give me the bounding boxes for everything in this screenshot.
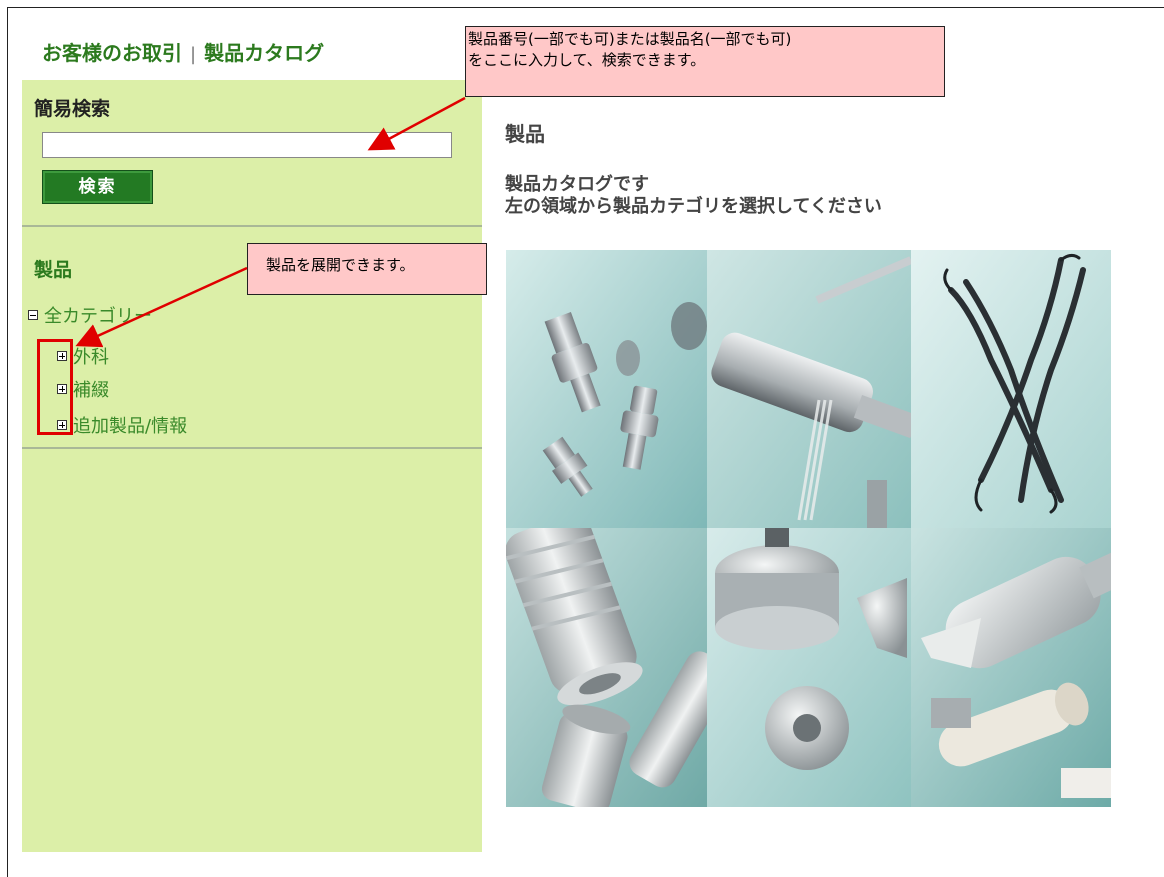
page-description: 製品カタログです 左の領域から製品カテゴリを選択してください (505, 174, 882, 218)
breadcrumb-current-catalog[interactable]: 製品カタログ (204, 41, 324, 65)
sidebar-divider (22, 225, 482, 227)
callout-text: 製品を展開できます。 (266, 256, 415, 274)
sidebar-divider (22, 447, 482, 449)
breadcrumb: お客様のお取引 | 製品カタログ (42, 37, 324, 66)
tree-item-all-categories[interactable]: 全カテゴリー (28, 302, 152, 328)
tree-help-callout: 製品を展開できます。 (247, 243, 487, 295)
impression-copings-image (911, 528, 1111, 807)
annotation-highlight-box (37, 339, 73, 435)
tree-item-additional[interactable]: 追加製品/情報 (57, 412, 187, 438)
search-input[interactable] (42, 132, 452, 158)
search-button[interactable]: 検索 (42, 170, 153, 204)
periodontal-probes-image (911, 250, 1111, 528)
callout-text: をここに入力して、検索できます。 (468, 51, 706, 69)
tree-item-label[interactable]: 全カテゴリー (44, 302, 152, 328)
healing-caps-image (707, 528, 911, 807)
collapse-icon[interactable] (28, 310, 38, 320)
tree-item-label[interactable]: 補綴 (73, 376, 109, 402)
implant-screws-image (506, 528, 707, 807)
breadcrumb-link-customer[interactable]: お客様のお取引 (42, 41, 182, 65)
tree-item-label[interactable]: 外科 (73, 343, 109, 369)
search-help-callout: 製品番号(一部でも可)または製品名(一部でも可) をここに入力して、検索できます… (465, 26, 945, 97)
sidebar: 簡易検索 検索 製品 全カテゴリー 外科 補綴 追加製品/情報 (22, 80, 482, 852)
product-image-gallery (506, 250, 1111, 807)
abutment-parts-image (506, 250, 707, 528)
tree-item-label[interactable]: 追加製品/情報 (73, 412, 187, 438)
description-line: 製品カタログです (505, 174, 649, 195)
quick-search-title: 簡易検索 (34, 98, 111, 120)
breadcrumb-separator: | (190, 44, 197, 65)
description-line: 左の領域から製品カテゴリを選択してください (505, 196, 882, 217)
products-title: 製品 (34, 259, 73, 281)
page-title: 製品 (505, 122, 545, 146)
callout-text: 製品番号(一部でも可)または製品名(一部でも可) (468, 30, 792, 48)
instrument-drill-image (707, 250, 911, 528)
